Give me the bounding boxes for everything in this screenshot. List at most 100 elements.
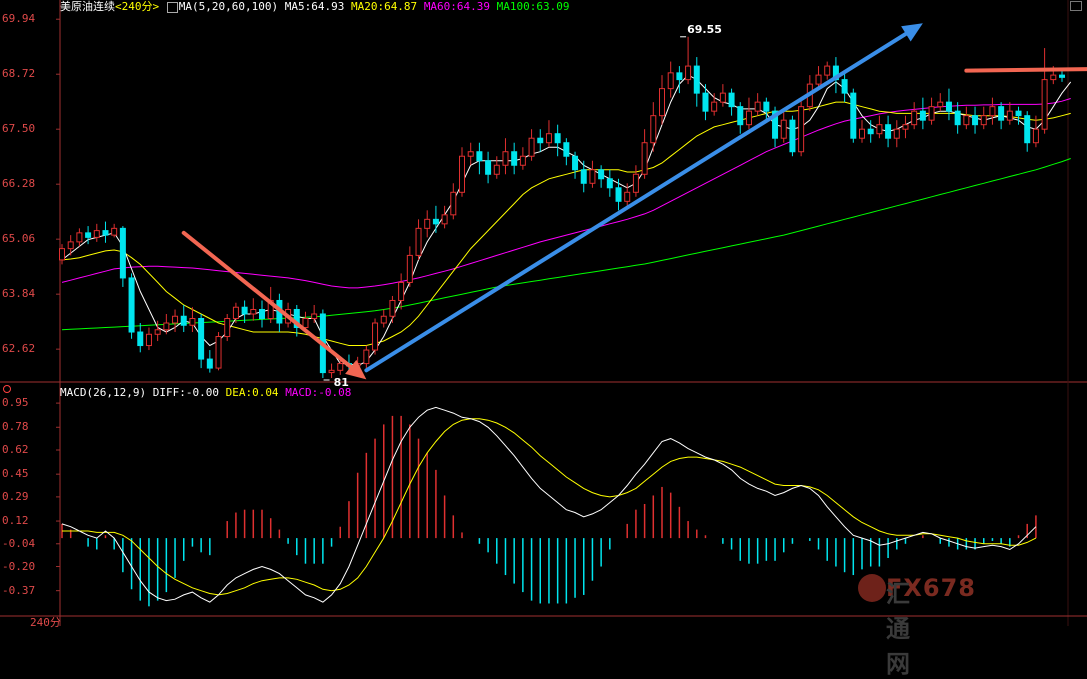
indicator-dot-icon[interactable]	[3, 385, 11, 393]
down-candle	[919, 97, 926, 130]
candle-body	[780, 119, 787, 139]
candle-body	[302, 318, 309, 329]
down-candle	[180, 304, 187, 333]
candle-body	[1024, 115, 1031, 144]
ma-icon	[166, 1, 178, 13]
candle-body	[172, 315, 179, 324]
trend-arrow	[181, 230, 367, 380]
macd-tick-label: 0.12	[2, 514, 29, 528]
candle-body	[537, 137, 544, 144]
candle-body	[450, 191, 457, 216]
candle-body	[528, 137, 535, 157]
candle-body	[232, 306, 239, 320]
down-candle	[572, 151, 579, 179]
down-candle	[485, 151, 492, 184]
price-tick-label: 67.50	[2, 122, 36, 136]
bottom-period-label: 240分	[30, 616, 61, 629]
down-candle	[1059, 70, 1065, 82]
candle-body	[972, 115, 979, 126]
candle-body	[1006, 110, 1013, 121]
down-candle	[241, 300, 248, 324]
candle-body	[189, 318, 196, 326]
period-label[interactable]: <240分>	[115, 0, 159, 13]
up-candle	[893, 120, 900, 148]
up-candle	[224, 313, 231, 342]
candle-body	[380, 315, 387, 324]
candle-body	[711, 101, 718, 112]
up-candle	[1006, 102, 1013, 125]
macd-params[interactable]: MACD(26,12,9)	[60, 386, 146, 399]
down-candle	[1024, 111, 1031, 152]
candle-body	[580, 169, 587, 184]
candle-body	[815, 74, 822, 85]
ma-params[interactable]: MA(5,20,60,100)	[179, 0, 278, 13]
ma60-line	[61, 98, 1071, 289]
macd-tick-label: 0.45	[2, 467, 29, 481]
candle-body	[876, 124, 883, 135]
candle-body	[406, 254, 413, 283]
down-candle	[476, 142, 483, 175]
arrow-shaft	[181, 230, 353, 369]
candle-body	[76, 232, 83, 243]
up-candle	[76, 228, 83, 247]
candle-body	[363, 349, 370, 365]
candle-body	[737, 106, 744, 126]
candle-body	[1041, 79, 1048, 130]
candle-body	[111, 227, 118, 236]
up-candle	[963, 106, 970, 130]
candle-body	[572, 155, 579, 171]
up-candle	[589, 160, 596, 188]
candle-body	[519, 155, 526, 166]
down-candle	[728, 88, 735, 116]
down-candle	[137, 323, 144, 353]
down-candle	[998, 102, 1005, 130]
candle-body	[102, 230, 109, 236]
macd-tick-label: 0.62	[2, 443, 29, 456]
up-candle	[215, 332, 222, 371]
up-candle	[937, 93, 944, 112]
candle-body	[641, 142, 648, 175]
up-candle	[685, 36, 692, 85]
price-tick-label: 66.28	[2, 177, 36, 191]
up-candle	[902, 115, 909, 139]
candle-body	[624, 191, 631, 202]
candle-body	[93, 230, 100, 238]
macd-header: MACD(26,12,9) DIFF:-0.00 DEA:0.04 MACD:-…	[60, 386, 351, 399]
down-candle	[537, 129, 544, 152]
candle-body	[432, 218, 439, 225]
watermark: FX678 汇通网	[858, 574, 975, 678]
macd-tick-label: -0.20	[2, 559, 36, 573]
candle-body	[311, 313, 318, 320]
price-panel-corner-box[interactable]	[1070, 1, 1082, 11]
dea-value: DEA:0.04	[225, 386, 279, 399]
up-candle	[467, 142, 474, 166]
candle-body	[250, 308, 257, 315]
up-candle	[632, 165, 639, 197]
up-candle	[911, 102, 918, 130]
down-candle	[554, 124, 561, 157]
candle-body	[789, 119, 796, 153]
up-candle	[459, 147, 465, 197]
down-candle	[885, 115, 892, 148]
candle-body	[989, 106, 996, 117]
candle-body	[241, 306, 248, 315]
down-candle	[563, 138, 570, 166]
candle-body	[1032, 128, 1039, 144]
candle-body	[215, 336, 222, 369]
macd-tick-label: 0.78	[2, 420, 29, 434]
candle-body	[702, 92, 709, 112]
ma60-value: MA60:64.39	[423, 0, 491, 13]
candle-body	[963, 115, 970, 126]
candle-body	[980, 115, 987, 126]
candle-body	[154, 329, 161, 335]
up-candle	[450, 183, 457, 220]
up-candle	[111, 223, 118, 238]
up-candle	[519, 147, 526, 170]
candle-body	[954, 110, 961, 126]
candle-body	[685, 65, 692, 81]
candle-body	[937, 101, 944, 108]
macd-value: MACD:-0.08	[285, 386, 352, 399]
down-candle	[702, 84, 709, 121]
symbol-name[interactable]: 美原油连续	[60, 0, 115, 13]
candle-body	[476, 151, 483, 162]
